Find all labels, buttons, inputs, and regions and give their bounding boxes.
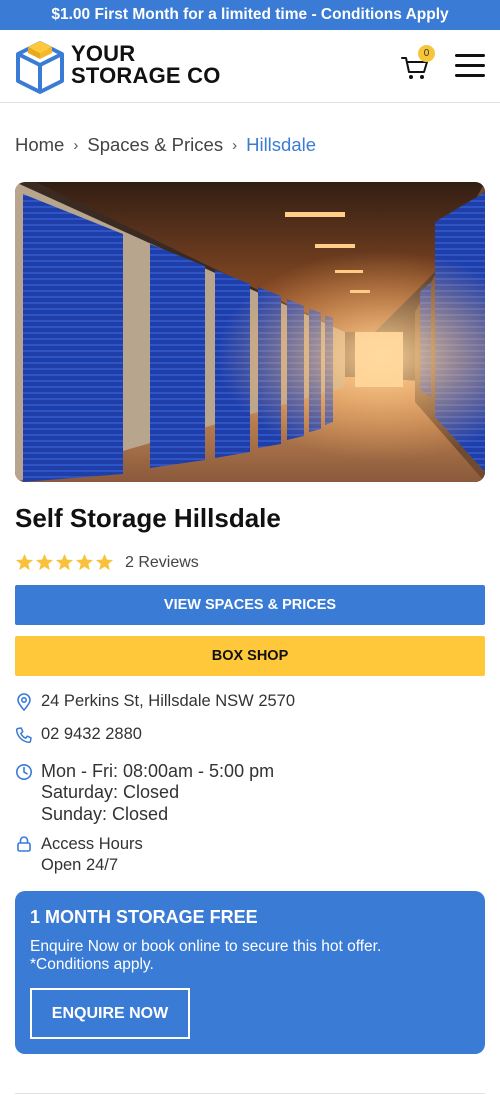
hamburger-menu-icon[interactable] (455, 54, 485, 78)
page-title: Self Storage Hillsdale (15, 503, 281, 533)
brand-line-2: STORAGE CO (71, 63, 221, 88)
enquire-now-button[interactable]: ENQUIRE NOW (30, 988, 190, 1039)
star-icon (15, 553, 34, 571)
offer-title: 1 MONTH STORAGE FREE (30, 907, 258, 927)
star-icon (75, 553, 94, 571)
hours-weekday: Mon - Fri: 08:00am - 5:00 pm (41, 761, 275, 781)
hours-saturday: Saturday: Closed (41, 782, 180, 802)
access-hours-value: Open 24/7 (41, 856, 119, 874)
map-pin-icon (17, 693, 31, 711)
offer-text-line-2: *Conditions apply. (30, 956, 154, 973)
menu-line (455, 74, 485, 77)
brand-line-1: YOUR (71, 41, 136, 66)
star-icon (95, 553, 114, 571)
clock-icon (16, 764, 32, 780)
star-icon (35, 553, 54, 571)
facility-photo (15, 182, 485, 482)
offer-description: Enquire Now or book online to secure thi… (30, 938, 470, 974)
breadcrumb: Home › Spaces & Prices › Hillsdale (15, 134, 316, 156)
breadcrumb-home[interactable]: Home (15, 134, 64, 156)
menu-line (455, 64, 485, 67)
storage-box-logo-icon[interactable] (14, 39, 66, 95)
lock-icon (17, 836, 31, 852)
access-hours-label: Access Hours (41, 835, 143, 853)
phone-number-link[interactable]: 02 9432 2880 (41, 725, 142, 744)
chevron-right-icon: › (232, 136, 238, 154)
phone-icon (15, 727, 32, 744)
brand-wordmark[interactable]: YOUR STORAGE CO (71, 43, 221, 87)
breadcrumb-current[interactable]: Hillsdale (246, 134, 316, 156)
rating-row[interactable]: 2 Reviews (15, 553, 199, 572)
star-rating (15, 553, 114, 572)
footer-divider (15, 1093, 485, 1094)
reviews-count-link[interactable]: 2 Reviews (125, 554, 199, 572)
menu-line (455, 54, 485, 57)
promo-offer-card: 1 MONTH STORAGE FREE Enquire Now or book… (15, 891, 485, 1054)
cart-count-badge: 0 (418, 45, 435, 62)
address-text[interactable]: 24 Perkins St, Hillsdale NSW 2570 (41, 692, 295, 711)
breadcrumb-spaces[interactable]: Spaces & Prices (87, 134, 223, 156)
offer-text-line-1: Enquire Now or book online to secure thi… (30, 938, 382, 955)
chevron-right-icon: › (73, 136, 79, 154)
view-spaces-button[interactable]: VIEW SPACES & PRICES (15, 585, 485, 625)
box-shop-button[interactable]: BOX SHOP (15, 636, 485, 676)
hours-sunday: Sunday: Closed (41, 804, 169, 824)
star-icon (55, 553, 74, 571)
site-header: YOUR STORAGE CO 0 (0, 30, 500, 103)
promo-banner[interactable]: $1.00 First Month for a limited time - C… (0, 0, 500, 30)
